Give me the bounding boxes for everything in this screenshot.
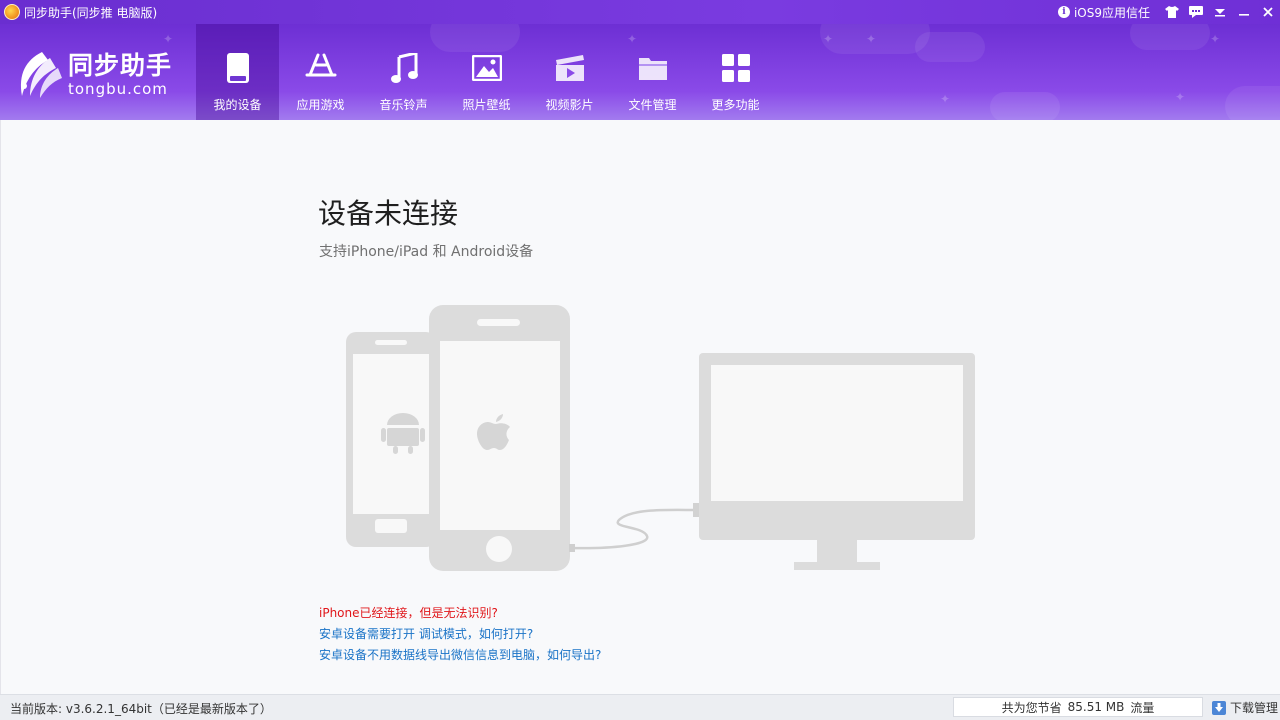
traffic-saved-box: 共为您节省 85.51 MB 流量 (953, 697, 1203, 717)
nav-label: 我的设备 (213, 96, 261, 113)
music-note-icon (390, 53, 418, 83)
title-bar: 同步助手(同步推 电脑版) i iOS9应用信任 (0, 0, 1280, 24)
title-bar-controls: i iOS9应用信任 (1058, 0, 1280, 24)
brand-logo-icon (16, 50, 62, 100)
nav-label: 视频影片 (545, 96, 593, 113)
app-logo-icon (4, 4, 20, 20)
traffic-saved-prefix: 共为您节省 (1002, 699, 1062, 716)
feedback-button[interactable] (1184, 0, 1208, 24)
window-title: 同步助手(同步推 电脑版) (24, 4, 157, 21)
nav-label: 更多功能 (711, 96, 759, 113)
traffic-saved-suffix: 流量 (1130, 699, 1154, 716)
picture-icon (472, 55, 502, 81)
nav-label: 照片壁纸 (462, 96, 510, 113)
help-link-android-debug-mode[interactable]: 安卓设备需要打开 调试模式，如何打开? (319, 624, 601, 645)
help-links: iPhone已经连接，但是无法识别? 安卓设备需要打开 调试模式，如何打开? 安… (319, 603, 601, 666)
nav-label: 应用游戏 (296, 96, 344, 113)
nav-apps-games[interactable]: 应用游戏 (279, 24, 362, 120)
nav-label: 音乐铃声 (379, 96, 427, 113)
main-header: ✦ ✦ ✦ ✦ ✦ ✦ ✦ 同步助手 tongbu.com 我的设备 应用游戏 … (0, 24, 1280, 120)
nav-label: 文件管理 (628, 96, 676, 113)
brand-name-cn: 同步助手 (68, 52, 172, 80)
close-icon (1262, 6, 1274, 18)
traffic-saved-amount: 85.51 MB (1068, 700, 1125, 714)
status-bar: 当前版本: v3.6.2.1_64bit（已经是最新版本了） 共为您节省 85.… (0, 694, 1280, 720)
feedback-icon (1189, 6, 1203, 18)
minimize-button[interactable] (1232, 0, 1256, 24)
help-link-iphone-not-recognized[interactable]: iPhone已经连接，但是无法识别? (319, 603, 601, 624)
download-manager-button[interactable]: 下载管理 (1212, 699, 1278, 716)
menu-dropdown-button[interactable] (1208, 0, 1232, 24)
page-subtitle: 支持iPhone/iPad 和 Android设备 (319, 241, 533, 261)
nav-more-features[interactable]: 更多功能 (694, 24, 777, 120)
app-store-icon (305, 53, 337, 83)
page-title: 设备未连接 (318, 192, 458, 232)
nav-my-device[interactable]: 我的设备 (196, 24, 279, 120)
nav-file-manager[interactable]: 文件管理 (611, 24, 694, 120)
ios9-trust-button[interactable]: i iOS9应用信任 (1058, 4, 1150, 21)
nav-photos-wallpapers[interactable]: 照片壁纸 (445, 24, 528, 120)
brand-name-en: tongbu.com (68, 80, 172, 98)
download-manager-label: 下载管理 (1230, 699, 1278, 716)
video-icon (555, 54, 585, 82)
main-nav: 我的设备 应用游戏 音乐铃声 照片壁纸 视频影片 文件管理 更多功能 (196, 24, 777, 120)
download-icon (1212, 701, 1226, 715)
main-content: 设备未连接 支持iPhone/iPad 和 Android设备 (0, 120, 1280, 694)
help-link-export-wechat[interactable]: 安卓设备不用数据线导出微信信息到电脑，如何导出? (319, 645, 601, 666)
info-icon: i (1058, 6, 1070, 18)
minimize-icon (1238, 7, 1250, 17)
nav-videos[interactable]: 视频影片 (528, 24, 611, 120)
ios9-trust-label: iOS9应用信任 (1074, 4, 1150, 21)
device-connection-illustration (341, 300, 981, 575)
brand-logo: 同步助手 tongbu.com (16, 50, 172, 100)
phone-icon (227, 53, 249, 83)
folder-icon (638, 55, 668, 81)
grid-icon (722, 54, 750, 82)
dropdown-icon (1214, 7, 1226, 17)
nav-music-ringtones[interactable]: 音乐铃声 (362, 24, 445, 120)
close-button[interactable] (1256, 0, 1280, 24)
skin-button[interactable] (1160, 0, 1184, 24)
shirt-icon (1165, 6, 1179, 18)
version-info: 当前版本: v3.6.2.1_64bit（已经是最新版本了） (10, 700, 272, 717)
